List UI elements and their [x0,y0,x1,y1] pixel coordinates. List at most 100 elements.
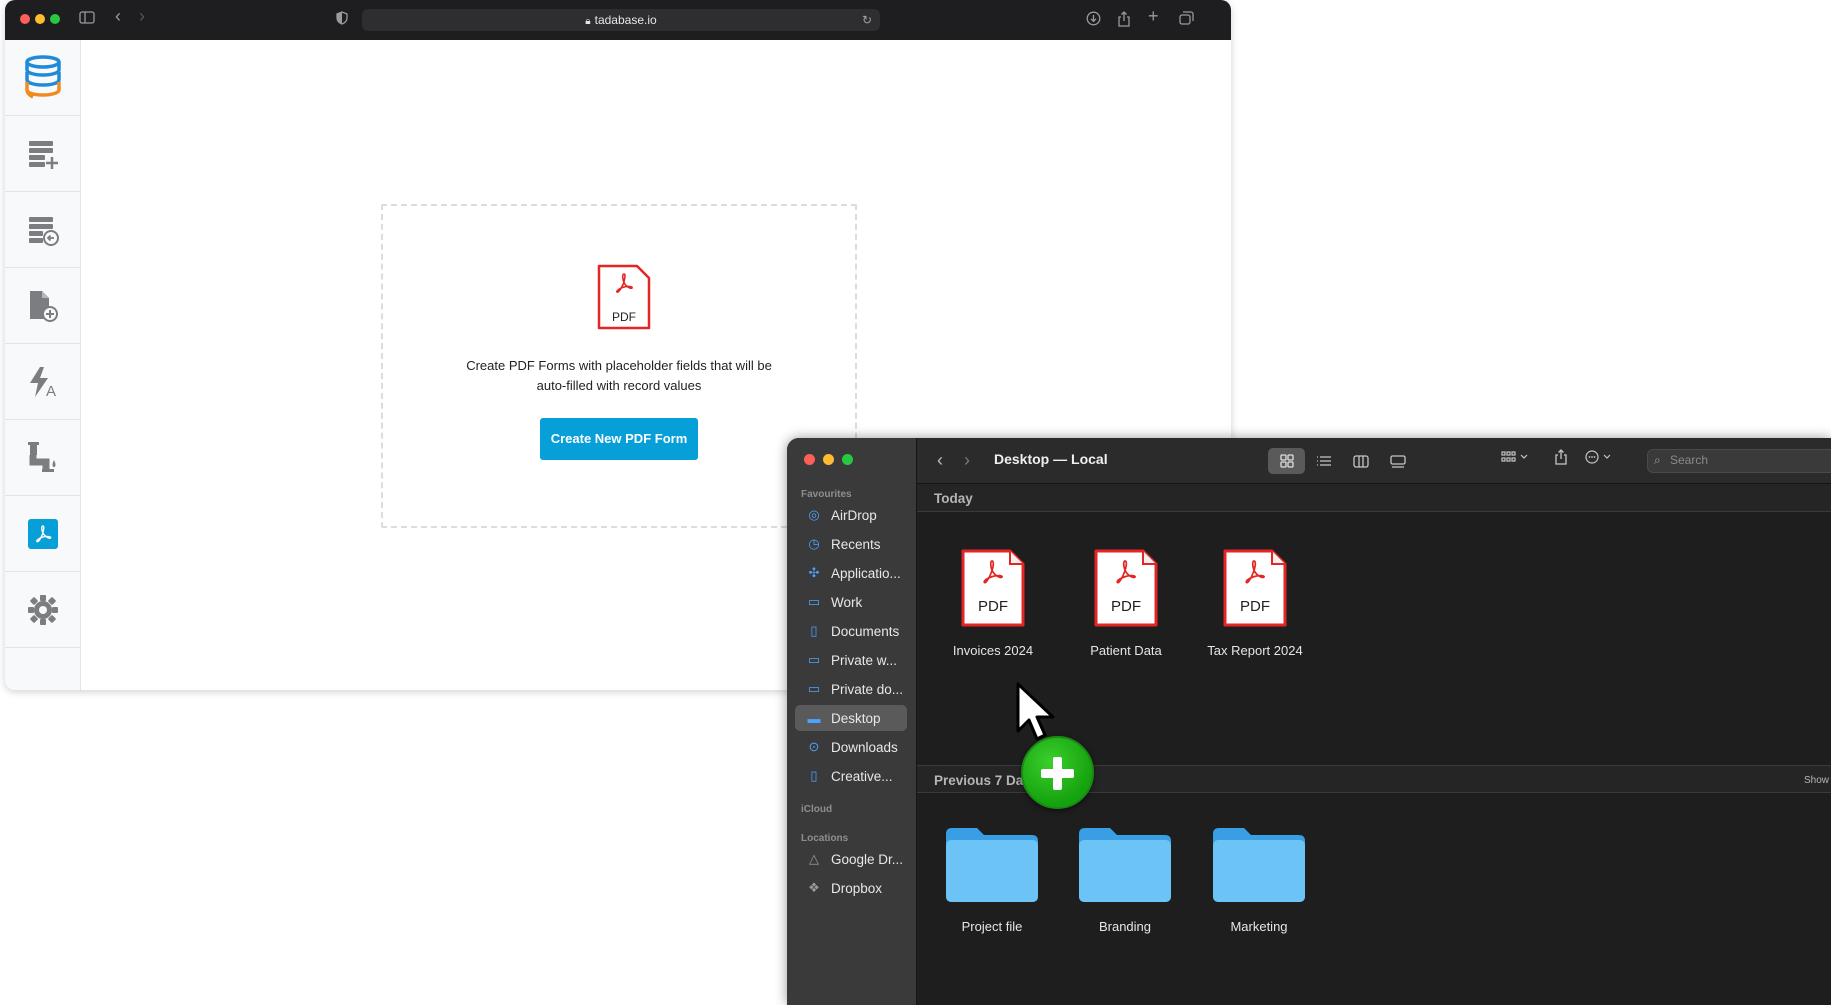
folder-icon [1213,828,1305,902]
sidebar-item-google-drive[interactable]: △ Google Dr... [795,846,907,872]
table-import-icon[interactable] [5,192,81,268]
sidebar-item-recents[interactable]: ◷ Recents [795,531,907,557]
clock-icon: ◷ [808,536,820,551]
file-add-icon[interactable] [5,268,81,344]
dropbox-icon: ❖ [808,880,820,895]
pdf-document-icon: PDF [961,549,1025,627]
pdf-badge-text: PDF [1111,598,1141,615]
file-item-tax-report-2024[interactable]: PDF Tax Report 2024 [1195,548,1315,658]
sidebar-item-desktop[interactable]: ▬ Desktop [795,705,907,731]
file-name: Patient Data [1090,643,1162,658]
folder-name: Branding [1098,919,1152,934]
close-window-button[interactable] [20,14,30,24]
column-view-icon[interactable] [1342,448,1379,474]
privacy-shield-icon[interactable] [336,11,348,29]
folder-item-project-file[interactable]: Project file [932,824,1052,934]
reload-icon[interactable]: ↻ [862,9,872,31]
sidebar-item-private-w[interactable]: ▭ Private w... [795,647,907,673]
file-name: Invoices 2024 [952,643,1034,658]
pdf-forms-empty-state: PDF Create PDF Forms with placeholder fi… [381,204,857,528]
locations-header: Locations [801,833,849,844]
list-view-icon[interactable] [1305,448,1342,474]
document-icon: ▯ [810,623,818,638]
section-today: Today [917,484,1831,512]
database-logo-icon[interactable] [5,40,81,116]
file-item-patient-data[interactable]: PDF Patient Data [1066,548,1186,658]
pdf-document-icon: PDF [1223,549,1287,627]
folder-icon: ▭ [807,652,821,667]
table-add-icon[interactable] [5,116,81,192]
lock-icon: 🔒︎ [585,16,591,27]
finder-minimize-button[interactable] [823,454,834,465]
applications-icon: ✣ [808,565,820,580]
file-name: Tax Report 2024 [1207,643,1303,658]
view-switcher [1268,448,1418,474]
share-icon[interactable] [1554,449,1568,468]
sidebar-item-creative[interactable]: ▯ Creative... [795,763,907,789]
new-tab-icon[interactable]: + [1148,7,1159,25]
download-icon: ⊙ [808,739,820,754]
sidebar-item-documents[interactable]: ▯ Documents [795,618,907,644]
svg-text:A: A [46,383,56,399]
automation-icon[interactable]: A [5,344,81,420]
address-bar[interactable]: 🔒︎ tadabase.io ↻ [362,9,880,31]
section-today-title: Today [934,491,973,506]
forward-icon[interactable]: › [139,7,145,25]
folder-item-marketing[interactable]: Marketing [1199,824,1319,934]
folder-name: Marketing [1230,919,1288,934]
app-sidebar: A [5,40,81,690]
url-text: tadabase.io [594,13,657,27]
downloads-icon[interactable] [1086,11,1101,30]
folder-icon: ▭ [807,681,821,696]
group-by-icon[interactable] [1501,450,1529,466]
file-item-invoices-2024[interactable]: PDF Invoices 2024 [933,548,1053,658]
description-line-1: Create PDF Forms with placeholder fields… [466,358,772,373]
pdf-forms-description: Create PDF Forms with placeholder fields… [383,356,855,396]
search-input[interactable] [1670,453,1831,467]
pdf-badge-label: PDF [612,310,636,324]
more-actions-icon[interactable] [1585,450,1615,467]
search-icon: ⌕ [1654,453,1661,467]
settings-gear-icon[interactable] [5,572,81,648]
folder-icon: ▭ [807,594,821,609]
desktop-icon: ▬ [807,710,821,726]
icloud-header: iCloud [801,804,833,815]
favourites-header: Favourites [801,489,852,500]
sidebar-item-private-do[interactable]: ▭ Private do... [795,676,907,702]
folder-icon [946,828,1038,902]
forward-icon[interactable]: › [964,450,970,471]
drag-copy-plus-icon [1021,736,1094,809]
folder-item-branding[interactable]: Branding [1065,824,1185,934]
pipes-icon[interactable] [5,420,81,496]
sidebar-item-applications[interactable]: ✣ Applicatio... [795,560,907,586]
finder-toolbar: ‹ › Desktop — Local ⌕ [917,438,1831,484]
finder-zoom-button[interactable] [842,454,853,465]
zoom-window-button[interactable] [50,14,60,24]
show-more-link[interactable]: Show [1804,775,1829,786]
finder-window-title: Desktop — Local [994,451,1108,467]
sidebar-toggle-icon[interactable] [79,11,95,28]
pdf-icon[interactable] [5,496,81,572]
airdrop-icon: ◎ [808,507,820,522]
pdf-badge-text: PDF [978,598,1008,615]
sidebar-item-airdrop[interactable]: ◎ AirDrop [795,502,907,528]
icon-view-icon[interactable] [1268,448,1305,474]
gallery-view-icon[interactable] [1379,448,1416,474]
finder-window: Favourites ◎ AirDrop ◷ Recents ✣ Applicatio… [787,438,1831,1005]
minimize-window-button[interactable] [35,14,45,24]
sidebar-item-dropbox[interactable]: ❖ Dropbox [795,875,907,901]
folder-icon [1079,828,1171,902]
create-new-pdf-form-button[interactable]: Create New PDF Form [540,418,698,460]
pdf-document-icon: PDF [1094,549,1158,627]
sidebar-item-downloads[interactable]: ⊙ Downloads [795,734,907,760]
tab-overview-icon[interactable] [1179,11,1194,29]
sidebar-item-work[interactable]: ▭ Work [795,589,907,615]
pdf-badge-text: PDF [1240,598,1270,615]
finder-close-button[interactable] [804,454,815,465]
back-icon[interactable]: ‹ [937,450,943,471]
drive-icon: △ [809,851,819,866]
back-icon[interactable]: ‹ [115,7,121,25]
finder-search-field[interactable]: ⌕ [1647,449,1831,473]
mouse-cursor-icon [1016,682,1055,741]
share-icon[interactable] [1117,11,1131,31]
